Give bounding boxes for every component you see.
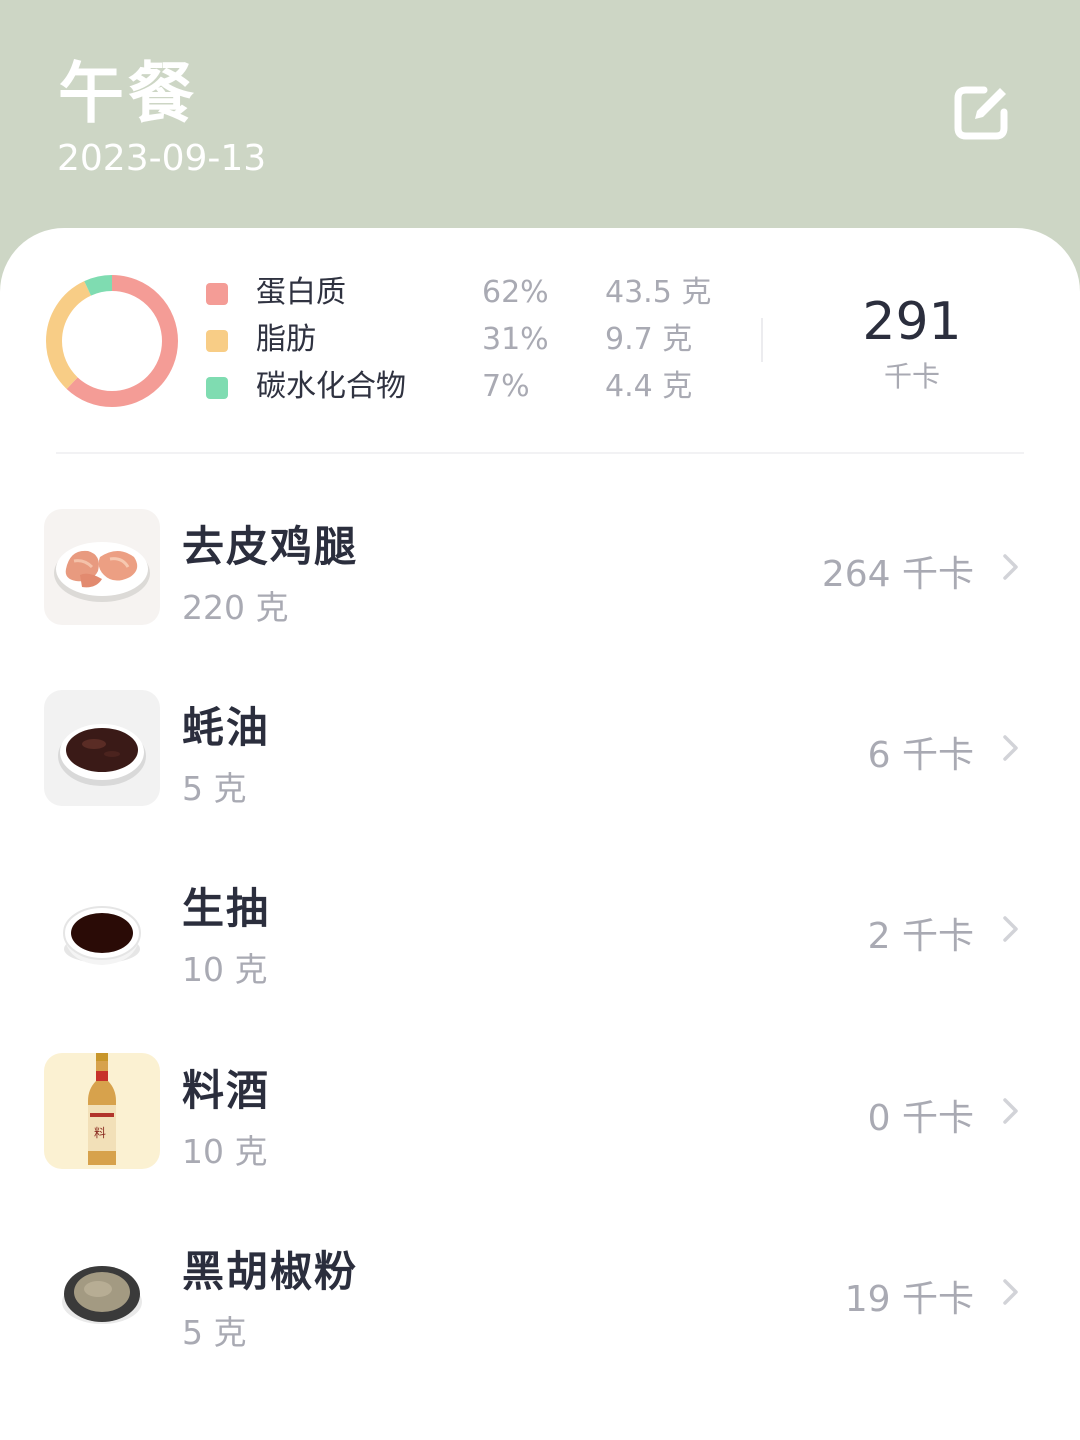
summary-divider xyxy=(761,318,763,362)
food-calories: 2 千卡 xyxy=(867,916,974,957)
macro-name: 碳水化合物 xyxy=(256,369,406,404)
meal-title: 午餐 xyxy=(58,55,198,132)
food-name: 蚝油 xyxy=(182,703,271,752)
food-quantity: 5 克 xyxy=(182,769,247,808)
food-quantity: 5 克 xyxy=(182,1313,247,1352)
macro-amount: 4.4 克 xyxy=(605,369,693,404)
food-item-black-pepper[interactable]: 黑胡椒粉 5 克 19 千卡 xyxy=(0,1234,1080,1384)
chicken-thigh-image xyxy=(44,509,160,625)
macro-amount: 9.7 克 xyxy=(605,322,693,357)
macro-name: 蛋白质 xyxy=(256,275,346,310)
fat-color-dot xyxy=(206,330,228,352)
food-calories: 264 千卡 xyxy=(821,554,974,595)
food-name: 料酒 xyxy=(182,1066,271,1115)
macro-percent: 7% xyxy=(482,369,530,404)
food-quantity: 220 克 xyxy=(182,588,289,627)
food-calories: 0 千卡 xyxy=(867,1098,974,1139)
food-item-oyster-sauce[interactable]: 蚝油 5 克 6 千卡 xyxy=(0,690,1080,840)
food-calories: 19 千卡 xyxy=(844,1279,974,1320)
macro-row-protein: 蛋白质 62% 43.5 克 xyxy=(206,273,746,313)
svg-text:料: 料 xyxy=(94,1126,106,1140)
chevron-right-icon xyxy=(1003,735,1018,761)
meal-date: 2023-09-13 xyxy=(57,138,267,179)
section-divider xyxy=(56,452,1024,454)
food-calories: 6 千卡 xyxy=(867,735,974,776)
chevron-right-icon xyxy=(1003,554,1018,580)
food-name: 生抽 xyxy=(182,884,271,933)
chevron-right-icon xyxy=(1003,1098,1018,1124)
food-item-cooking-wine[interactable]: 料 料酒 10 克 0 千卡 xyxy=(0,1053,1080,1203)
oyster-sauce-image xyxy=(44,690,160,806)
food-quantity: 10 克 xyxy=(182,1132,268,1171)
macro-row-carbs: 碳水化合物 7% 4.4 克 xyxy=(206,367,746,407)
chevron-right-icon xyxy=(1003,916,1018,942)
total-calories: 291 xyxy=(862,292,962,352)
macro-donut-chart xyxy=(46,275,178,407)
protein-color-dot xyxy=(206,283,228,305)
macro-percent: 62% xyxy=(482,275,549,310)
food-quantity: 10 克 xyxy=(182,950,268,989)
black-pepper-image xyxy=(44,1234,160,1350)
macro-name: 脂肪 xyxy=(256,322,316,357)
food-name: 去皮鸡腿 xyxy=(182,522,359,571)
macro-row-fat: 脂肪 31% 9.7 克 xyxy=(206,320,746,360)
macro-percent: 31% xyxy=(482,322,549,357)
food-item-chicken-thigh[interactable]: 去皮鸡腿 220 克 264 千卡 xyxy=(0,509,1080,659)
macro-amount: 43.5 克 xyxy=(605,275,712,310)
total-calories-unit: 千卡 xyxy=(883,360,940,393)
food-name: 黑胡椒粉 xyxy=(182,1247,359,1296)
carbs-color-dot xyxy=(206,377,228,399)
header: 午餐 2023-09-13 xyxy=(0,0,1080,260)
soy-sauce-image xyxy=(44,871,160,987)
edit-icon[interactable] xyxy=(948,80,1014,146)
chevron-right-icon xyxy=(1003,1279,1018,1305)
food-item-soy-sauce[interactable]: 生抽 10 克 2 千卡 xyxy=(0,871,1080,1021)
cooking-wine-image: 料 xyxy=(44,1053,160,1169)
